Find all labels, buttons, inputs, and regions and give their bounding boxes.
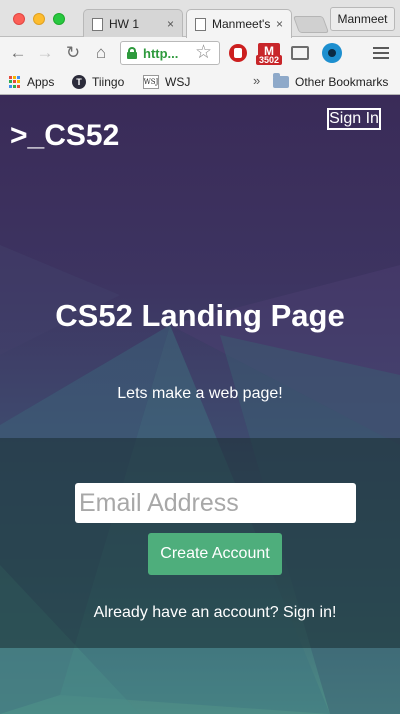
zoom-window-button[interactable]: [53, 13, 65, 25]
home-icon[interactable]: ⌂: [91, 42, 111, 64]
page-icon: [92, 17, 103, 31]
reload-icon[interactable]: ↻: [63, 42, 83, 64]
bookmarks-overflow-chevron[interactable]: »: [253, 73, 260, 88]
sign-in-button[interactable]: Sign In: [327, 108, 381, 130]
url-text: http...: [143, 45, 179, 61]
browser-chrome: HW 1 × Manmeet's × Manmeet ← → ↻ ⌂ http.…: [0, 0, 400, 95]
forward-arrow-icon[interactable]: →: [35, 42, 55, 64]
new-tab-button[interactable]: [292, 16, 330, 33]
close-window-button[interactable]: [13, 13, 25, 25]
bookmark-tiingo[interactable]: T Tiingo: [72, 73, 124, 91]
adblock-extension-icon[interactable]: [229, 44, 247, 62]
tab-close-icon[interactable]: ×: [167, 17, 174, 31]
bookmark-wsj[interactable]: WSJ WSJ: [143, 73, 190, 91]
page-icon: [195, 17, 206, 31]
menu-icon[interactable]: [373, 47, 389, 59]
email-field[interactable]: [75, 483, 356, 523]
page-title: CS52 Landing Page: [55, 298, 345, 333]
gmail-unread-badge: 3502: [256, 55, 282, 65]
tab-title: Manmeet's: [212, 17, 271, 31]
browser-toolbar: ← → ↻ ⌂ http... ☆ M 3502: [0, 37, 400, 69]
bookmarks-bar: Apps T Tiingo WSJ WSJ » Other Bookmarks: [0, 69, 400, 95]
bookmark-label: Tiingo: [92, 75, 125, 89]
bookmark-apps[interactable]: Apps: [9, 73, 54, 91]
tab-landing-page[interactable]: Manmeet's ×: [186, 9, 292, 38]
folder-icon: [273, 73, 289, 88]
tab-title: HW 1: [109, 17, 139, 31]
tiingo-icon: T: [72, 75, 86, 89]
bookmark-label: Other Bookmarks: [295, 75, 389, 89]
bookmark-label: WSJ: [165, 75, 191, 89]
bookmark-other-folder[interactable]: Other Bookmarks: [273, 73, 388, 91]
create-account-button[interactable]: Create Account: [148, 533, 282, 575]
tab-strip: HW 1 × Manmeet's × Manmeet: [0, 0, 400, 38]
wsj-icon: WSJ: [143, 75, 159, 89]
cast-icon[interactable]: [291, 46, 309, 60]
back-arrow-icon[interactable]: ←: [8, 42, 28, 64]
minimize-window-button[interactable]: [33, 13, 45, 25]
profile-button[interactable]: Manmeet: [330, 7, 395, 31]
sign-in-link[interactable]: Already have an account? Sign in!: [0, 604, 400, 622]
bookmark-label: Apps: [27, 75, 55, 89]
bookmark-star-icon[interactable]: ☆: [195, 41, 212, 64]
brand-logo[interactable]: >_CS52: [10, 119, 119, 153]
landing-page: >_CS52 Sign In CS52 Landing Page Lets ma…: [0, 95, 400, 714]
apps-grid-icon: [9, 76, 21, 88]
lock-icon: [127, 47, 137, 59]
page-subtitle: Lets make a web page!: [117, 385, 283, 402]
tab-close-icon[interactable]: ×: [276, 17, 283, 31]
extension-eye-icon[interactable]: [322, 43, 342, 63]
tab-hw1[interactable]: HW 1 ×: [83, 9, 183, 38]
